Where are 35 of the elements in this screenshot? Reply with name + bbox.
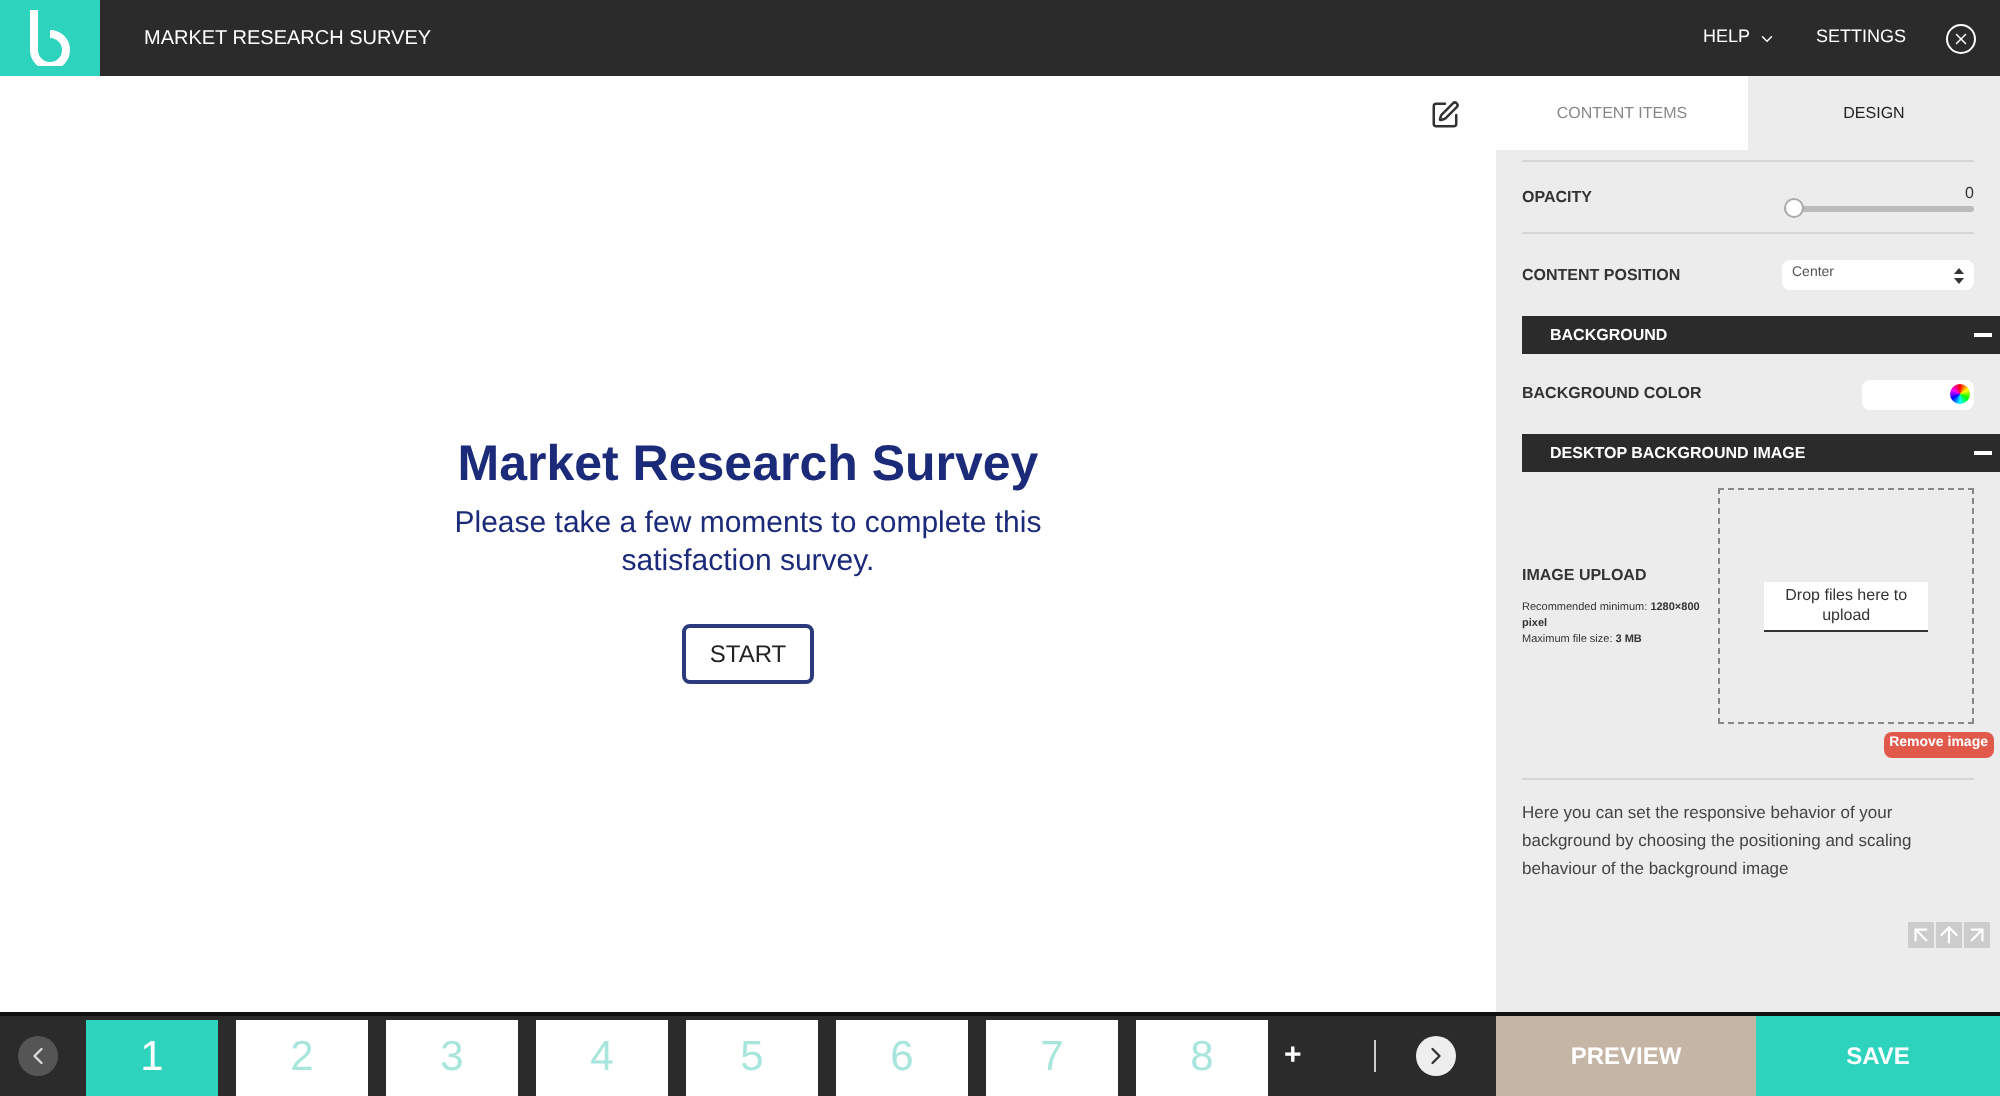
section-title: BACKGROUND	[1550, 323, 1668, 347]
arrow-up-left-icon[interactable]	[1908, 921, 1934, 947]
slider-thumb[interactable]	[1784, 198, 1804, 218]
page-tab[interactable]: 1	[86, 1020, 218, 1096]
position-label: CONTENT POSITION	[1522, 263, 1681, 287]
app-title: MARKET RESEARCH SURVEY	[144, 25, 432, 53]
help-paragraph: Here you can set the responsive behavior of your background by choosing the positioning and scaling behaviour of the background image	[1522, 799, 1914, 881]
add-page-button[interactable]: +	[1284, 1033, 1302, 1079]
select-arrows-icon	[1954, 267, 1964, 283]
background-color-label: BACKGROUND COLOR	[1522, 382, 1702, 406]
section-title: DESKTOP BACKGROUND IMAGE	[1550, 441, 1806, 465]
logo-icon[interactable]	[0, 0, 100, 76]
help-menu[interactable]: HELP	[1702, 24, 1776, 52]
color-wheel-icon	[1950, 384, 1970, 404]
survey-title: Market Research Survey	[457, 434, 1039, 497]
previous-page-icon[interactable]	[18, 1036, 58, 1076]
start-button[interactable]: START	[681, 623, 815, 684]
panel-tab[interactable]: CONTENT ITEMS	[1496, 76, 1748, 150]
drop-files-label[interactable]: Drop files here to upload	[1764, 581, 1929, 631]
close-icon[interactable]	[1946, 23, 1976, 53]
color-picker[interactable]	[1862, 379, 1974, 409]
survey-subtitle: Please take a few moments to complete this satisfaction survey.	[452, 503, 1044, 580]
section-header[interactable]: BACKGROUND	[1522, 316, 2000, 354]
settings-link[interactable]: SETTINGS	[1815, 24, 1906, 52]
section-header[interactable]: DESKTOP BACKGROUND IMAGE	[1522, 434, 2000, 472]
opacity-value: 0	[1965, 182, 1974, 206]
save-button[interactable]: SAVE	[1756, 1016, 2000, 1096]
opacity-label: OPACITY	[1522, 185, 1592, 209]
edit-icon[interactable]	[1430, 100, 1460, 130]
image-upload-label: IMAGE UPLOAD	[1522, 564, 1649, 588]
arrow-up-icon[interactable]	[1936, 921, 1962, 947]
arrow-up-right-icon[interactable]	[1964, 921, 1990, 947]
preview-button[interactable]: PREVIEW	[1496, 1016, 1756, 1096]
next-page-icon[interactable]	[1415, 1036, 1456, 1076]
drop-zone[interactable]: Drop files here to upload	[1718, 488, 1974, 724]
